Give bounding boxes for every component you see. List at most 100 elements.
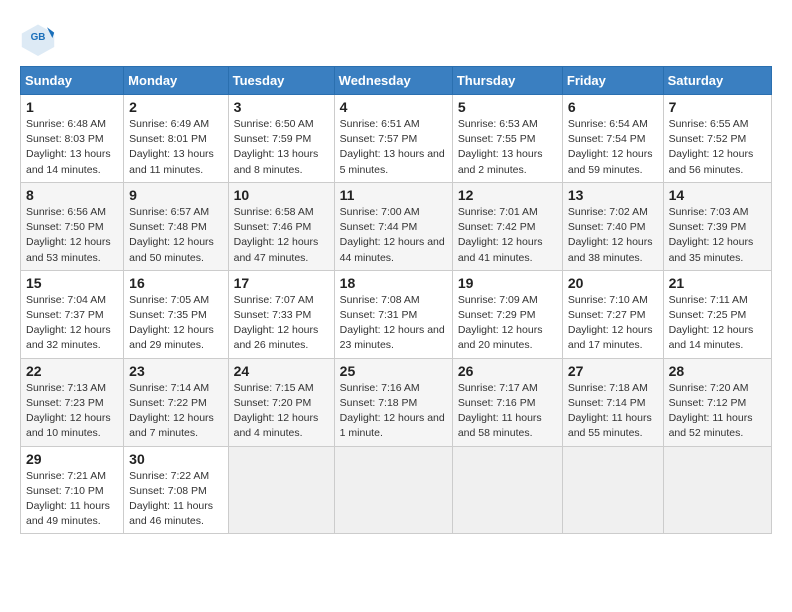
calendar-cell: 3 Sunrise: 6:50 AMSunset: 7:59 PMDaylight… (228, 95, 334, 183)
calendar-cell: 6 Sunrise: 6:54 AMSunset: 7:54 PMDaylight… (562, 95, 663, 183)
day-detail: Sunrise: 7:05 AMSunset: 7:35 PMDaylight:… (129, 293, 222, 354)
day-detail: Sunrise: 7:14 AMSunset: 7:22 PMDaylight:… (129, 381, 222, 442)
calendar-cell (334, 446, 452, 534)
day-detail: Sunrise: 7:11 AMSunset: 7:25 PMDaylight:… (669, 293, 766, 354)
day-number: 21 (669, 275, 766, 291)
day-number: 29 (26, 451, 118, 467)
calendar-cell: 14Sunrise: 7:03 AMSunset: 7:39 PMDayligh… (663, 182, 771, 270)
column-header-wednesday: Wednesday (334, 67, 452, 95)
calendar-cell: 12 Sunrise: 7:01 AMSunset: 7:42 PMDayligh… (452, 182, 562, 270)
day-number: 10 (234, 187, 329, 203)
calendar-cell: 18 Sunrise: 7:08 AMSunset: 7:31 PMDayligh… (334, 270, 452, 358)
calendar-cell: 7 Sunrise: 6:55 AMSunset: 7:52 PMDaylight… (663, 95, 771, 183)
day-detail: Sunrise: 6:53 AMSunset: 7:55 PMDaylight:… (458, 117, 557, 178)
day-detail: Sunrise: 7:00 AMSunset: 7:44 PMDaylight:… (340, 205, 447, 266)
day-number: 14 (669, 187, 766, 203)
calendar-cell: 1 Sunrise: 6:48 AMSunset: 8:03 PMDaylight… (21, 95, 124, 183)
calendar-cell (663, 446, 771, 534)
day-number: 19 (458, 275, 557, 291)
calendar-cell: 29 Sunrise: 7:21 AMSunset: 7:10 PMDayligh… (21, 446, 124, 534)
day-number: 11 (340, 187, 447, 203)
day-number: 1 (26, 99, 118, 115)
day-detail: Sunrise: 6:51 AMSunset: 7:57 PMDaylight:… (340, 117, 447, 178)
column-header-saturday: Saturday (663, 67, 771, 95)
calendar-cell: 8Sunrise: 6:56 AMSunset: 7:50 PMDaylight… (21, 182, 124, 270)
day-number: 28 (669, 363, 766, 379)
day-detail: Sunrise: 7:02 AMSunset: 7:40 PMDaylight:… (568, 205, 658, 266)
column-header-sunday: Sunday (21, 67, 124, 95)
calendar-table: SundayMondayTuesdayWednesdayThursdayFrid… (20, 66, 772, 534)
day-detail: Sunrise: 7:13 AMSunset: 7:23 PMDaylight:… (26, 381, 118, 442)
svg-text:GB: GB (31, 32, 46, 43)
calendar-cell: 21 Sunrise: 7:11 AMSunset: 7:25 PMDayligh… (663, 270, 771, 358)
column-header-thursday: Thursday (452, 67, 562, 95)
day-number: 16 (129, 275, 222, 291)
day-number: 27 (568, 363, 658, 379)
day-number: 25 (340, 363, 447, 379)
page-header: GB (20, 20, 772, 56)
day-detail: Sunrise: 6:49 AMSunset: 8:01 PMDaylight:… (129, 117, 222, 178)
calendar-week-5: 29 Sunrise: 7:21 AMSunset: 7:10 PMDayligh… (21, 446, 772, 534)
day-number: 23 (129, 363, 222, 379)
calendar-cell: 17 Sunrise: 7:07 AMSunset: 7:33 PMDayligh… (228, 270, 334, 358)
day-detail: Sunrise: 6:48 AMSunset: 8:03 PMDaylight:… (26, 117, 118, 178)
day-detail: Sunrise: 7:07 AMSunset: 7:33 PMDaylight:… (234, 293, 329, 354)
calendar-week-3: 15 Sunrise: 7:04 AMSunset: 7:37 PMDayligh… (21, 270, 772, 358)
calendar-cell: 22 Sunrise: 7:13 AMSunset: 7:23 PMDayligh… (21, 358, 124, 446)
day-number: 7 (669, 99, 766, 115)
day-detail: Sunrise: 6:56 AMSunset: 7:50 PMDaylight:… (26, 205, 118, 266)
day-detail: Sunrise: 7:04 AMSunset: 7:37 PMDaylight:… (26, 293, 118, 354)
day-number: 24 (234, 363, 329, 379)
calendar-cell: 9 Sunrise: 6:57 AMSunset: 7:48 PMDaylight… (124, 182, 228, 270)
day-detail: Sunrise: 7:10 AMSunset: 7:27 PMDaylight:… (568, 293, 658, 354)
calendar-cell: 28 Sunrise: 7:20 AMSunset: 7:12 PMDayligh… (663, 358, 771, 446)
calendar-cell: 23 Sunrise: 7:14 AMSunset: 7:22 PMDayligh… (124, 358, 228, 446)
day-detail: Sunrise: 7:18 AMSunset: 7:14 PMDaylight:… (568, 381, 658, 442)
day-number: 26 (458, 363, 557, 379)
calendar-cell (452, 446, 562, 534)
day-number: 15 (26, 275, 118, 291)
day-number: 22 (26, 363, 118, 379)
calendar-cell: 20 Sunrise: 7:10 AMSunset: 7:27 PMDayligh… (562, 270, 663, 358)
day-detail: Sunrise: 6:58 AMSunset: 7:46 PMDaylight:… (234, 205, 329, 266)
day-number: 17 (234, 275, 329, 291)
calendar-cell: 10 Sunrise: 6:58 AMSunset: 7:46 PMDayligh… (228, 182, 334, 270)
day-detail: Sunrise: 7:08 AMSunset: 7:31 PMDaylight:… (340, 293, 447, 354)
day-detail: Sunrise: 7:01 AMSunset: 7:42 PMDaylight:… (458, 205, 557, 266)
day-detail: Sunrise: 7:21 AMSunset: 7:10 PMDaylight:… (26, 469, 118, 530)
calendar-cell: 25Sunrise: 7:16 AMSunset: 7:18 PMDayligh… (334, 358, 452, 446)
calendar-cell: 2Sunrise: 6:49 AMSunset: 8:01 PMDaylight… (124, 95, 228, 183)
calendar-cell: 19 Sunrise: 7:09 AMSunset: 7:29 PMDayligh… (452, 270, 562, 358)
calendar-cell: 4 Sunrise: 6:51 AMSunset: 7:57 PMDaylight… (334, 95, 452, 183)
calendar-week-1: 1 Sunrise: 6:48 AMSunset: 8:03 PMDaylight… (21, 95, 772, 183)
day-number: 5 (458, 99, 557, 115)
logo-icon: GB (20, 20, 56, 56)
day-number: 13 (568, 187, 658, 203)
calendar-week-2: 8Sunrise: 6:56 AMSunset: 7:50 PMDaylight… (21, 182, 772, 270)
calendar-cell (228, 446, 334, 534)
day-number: 9 (129, 187, 222, 203)
calendar-cell: 30Sunrise: 7:22 AMSunset: 7:08 PMDayligh… (124, 446, 228, 534)
calendar-week-4: 22 Sunrise: 7:13 AMSunset: 7:23 PMDayligh… (21, 358, 772, 446)
day-detail: Sunrise: 6:54 AMSunset: 7:54 PMDaylight:… (568, 117, 658, 178)
day-number: 20 (568, 275, 658, 291)
day-detail: Sunrise: 7:20 AMSunset: 7:12 PMDaylight:… (669, 381, 766, 442)
day-detail: Sunrise: 7:22 AMSunset: 7:08 PMDaylight:… (129, 469, 222, 530)
day-detail: Sunrise: 6:55 AMSunset: 7:52 PMDaylight:… (669, 117, 766, 178)
calendar-cell: 5 Sunrise: 6:53 AMSunset: 7:55 PMDaylight… (452, 95, 562, 183)
calendar-cell: 26Sunrise: 7:17 AMSunset: 7:16 PMDayligh… (452, 358, 562, 446)
calendar-cell: 24 Sunrise: 7:15 AMSunset: 7:20 PMDayligh… (228, 358, 334, 446)
calendar-header-row: SundayMondayTuesdayWednesdayThursdayFrid… (21, 67, 772, 95)
calendar-cell (562, 446, 663, 534)
calendar-cell: 13 Sunrise: 7:02 AMSunset: 7:40 PMDayligh… (562, 182, 663, 270)
column-header-tuesday: Tuesday (228, 67, 334, 95)
day-number: 12 (458, 187, 557, 203)
day-number: 3 (234, 99, 329, 115)
day-detail: Sunrise: 7:15 AMSunset: 7:20 PMDaylight:… (234, 381, 329, 442)
day-detail: Sunrise: 7:09 AMSunset: 7:29 PMDaylight:… (458, 293, 557, 354)
day-number: 4 (340, 99, 447, 115)
day-detail: Sunrise: 6:57 AMSunset: 7:48 PMDaylight:… (129, 205, 222, 266)
day-number: 6 (568, 99, 658, 115)
day-detail: Sunrise: 6:50 AMSunset: 7:59 PMDaylight:… (234, 117, 329, 178)
day-number: 18 (340, 275, 447, 291)
